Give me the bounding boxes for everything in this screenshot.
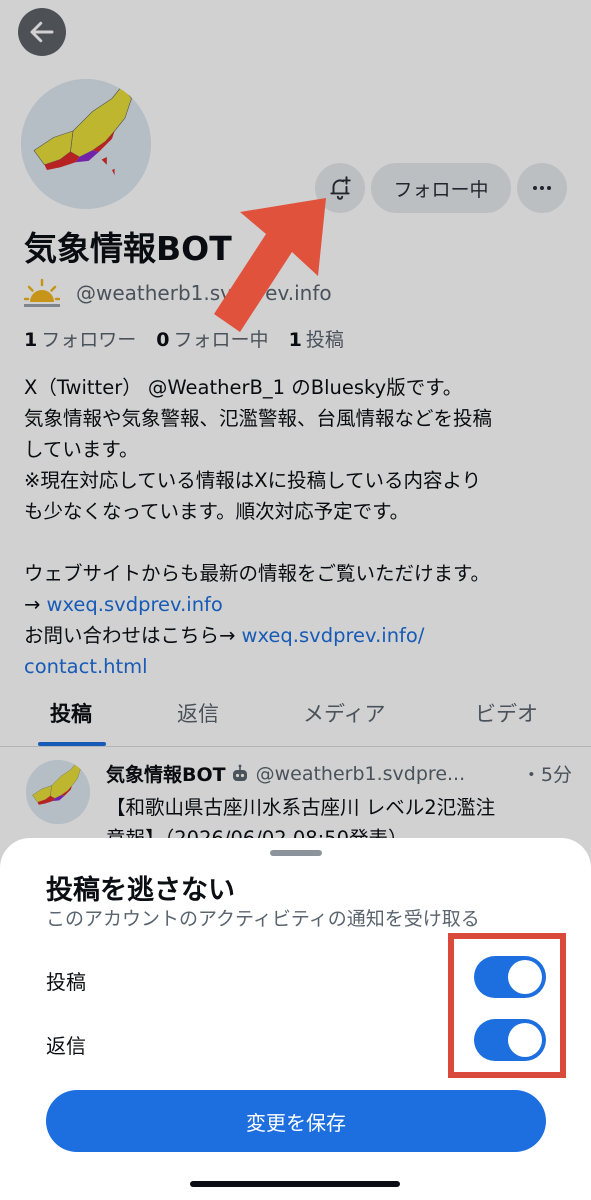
option-label-replies: 返信 [46,1034,86,1058]
option-label-posts: 投稿 [46,970,86,994]
red-arrow-annotation [214,198,326,332]
save-changes-button[interactable]: 変更を保存 [46,1090,546,1152]
red-box-annotation [448,933,566,1078]
sheet-title: 投稿を逃さない [46,875,235,906]
profile-page: フォロー中 気象情報BOT @weatherb1.svdprev.info 1フ… [0,0,591,1200]
sheet-drag-handle[interactable] [270,850,322,856]
home-indicator [190,1181,400,1187]
save-button-label: 変更を保存 [246,1110,346,1135]
notification-settings-sheet: 投稿を逃さない このアカウントのアクティビティの通知を受け取る 投稿 返信 変更… [0,838,591,1200]
sheet-subtitle: このアカウントのアクティビティの通知を受け取る [46,908,480,930]
